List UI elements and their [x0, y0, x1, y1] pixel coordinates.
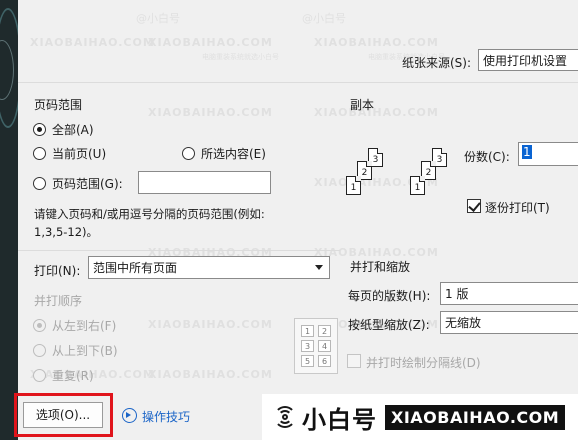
page-range-hint-2: 1,3,5-12)。: [34, 225, 99, 239]
page-icon: 1: [410, 176, 425, 195]
radio-top-to-bottom-label: 从上到下(B): [52, 344, 118, 358]
paper-source-select[interactable]: 使用打印机设置: [478, 49, 578, 71]
zoom-heading: 并打和缩放: [350, 260, 411, 274]
watermark: XIAOBAIHAO.COM: [148, 106, 273, 119]
watermark: 电脑重装系统就选小白号: [202, 53, 279, 61]
broadcast-icon: [274, 406, 296, 428]
pages-per-sheet-label: 每页的版数(H):: [348, 289, 431, 303]
radio-repeat-label: 重复(R): [52, 369, 94, 383]
page-range-input[interactable]: [138, 171, 271, 194]
radio-all[interactable]: [33, 123, 46, 136]
paper-source-label: 纸张来源(S):: [402, 56, 472, 70]
radio-left-to-right-label: 从左到右(F): [52, 319, 117, 333]
page-icon: 1: [346, 176, 361, 195]
order-heading: 并打顺序: [34, 294, 83, 308]
radio-current-page[interactable]: [33, 147, 46, 160]
copies-count-label: 份数(C):: [464, 150, 510, 164]
radio-repeat[interactable]: [33, 369, 46, 382]
page-range-heading: 页码范围: [34, 98, 83, 112]
order-preview-grid: 1 2 3 4 5 6: [294, 318, 338, 374]
watermark: XIAOBAIHAO.COM: [148, 36, 273, 49]
radio-selection[interactable]: [182, 147, 195, 160]
watermark: @小白号: [302, 12, 346, 25]
copies-count-input[interactable]: 1: [518, 142, 578, 166]
radio-selection-label: 所选内容(E): [201, 147, 266, 161]
radio-top-to-bottom[interactable]: [33, 344, 46, 357]
chevron-down-icon: [315, 265, 323, 270]
radio-current-page-label: 当前页(U): [52, 147, 107, 161]
brand-overlay: 小白号 XIAOBAIHAO.COM: [262, 394, 578, 440]
grid-cell: 3: [301, 340, 314, 352]
radio-page-range[interactable]: [33, 177, 46, 190]
highlight-box: [14, 393, 113, 437]
watermark: XIAOBAIHAO.COM: [30, 36, 155, 49]
collate-pages-icon: 3 2 1: [410, 148, 460, 208]
grid-cell: 6: [318, 355, 331, 367]
brand-domain: XIAOBAIHAO.COM: [385, 404, 566, 430]
grid-cell: 1: [301, 325, 314, 337]
watermark: XIAOBAIHAO.COM: [314, 106, 439, 119]
print-what-select[interactable]: 范围中所有页面: [88, 256, 330, 279]
radio-page-range-label: 页码范围(G):: [52, 177, 123, 191]
background-window-edge: [0, 0, 18, 440]
print-what-label: 打印(N):: [34, 264, 81, 278]
divider: [18, 250, 340, 251]
brand-name: 小白号: [302, 405, 377, 434]
watermark: @小白号: [136, 12, 180, 25]
watermark: XIAOBAIHAO.COM: [148, 318, 273, 331]
grid-cell: 5: [301, 355, 314, 367]
radio-all-label: 全部(A): [52, 123, 94, 137]
pages-per-sheet-select[interactable]: 1 版: [440, 282, 578, 305]
divider: [18, 82, 578, 83]
scale-to-paper-select[interactable]: 无缩放: [440, 311, 578, 334]
draw-borders-checkbox[interactable]: [347, 354, 361, 368]
draw-borders-label: 并打时绘制分隔线(D): [366, 356, 481, 370]
print-dialog: @小白号 @小白号 XIAOBAIHAO.COM XIAOBAIHAO.COM …: [14, 0, 578, 440]
help-play-icon[interactable]: [122, 408, 137, 423]
scale-to-paper-label: 按纸型缩放(Z):: [348, 318, 430, 332]
collate-checkbox[interactable]: [467, 199, 481, 213]
copies-heading: 副本: [350, 98, 375, 112]
print-what-value: 范围中所有页面: [93, 261, 178, 275]
watermark: XIAOBAIHAO.COM: [314, 36, 439, 49]
copies-count-value: 1: [522, 145, 532, 159]
radio-left-to-right[interactable]: [33, 319, 46, 332]
watermark: XIAOBAIHAO.COM: [148, 368, 273, 381]
collate-label: 逐份打印(T): [485, 201, 550, 215]
tips-link[interactable]: 操作技巧: [142, 408, 190, 425]
grid-cell: 2: [318, 325, 331, 337]
collate-pages-icon: 3 2 1: [346, 148, 396, 208]
grid-cell: 4: [318, 340, 331, 352]
page-range-hint: 请键入页码和/或用逗号分隔的页码范围(例如:: [34, 207, 265, 221]
